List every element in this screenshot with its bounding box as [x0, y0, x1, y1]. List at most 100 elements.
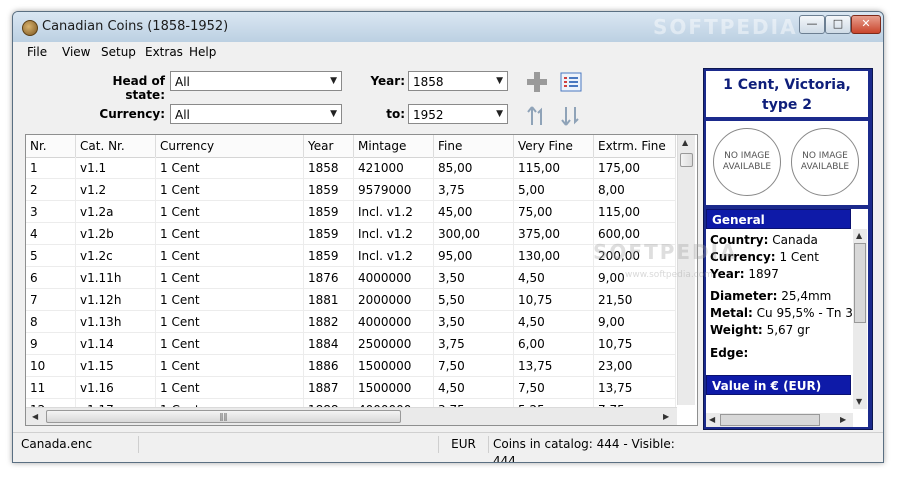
- year-to-select[interactable]: 1952 ▼: [408, 104, 508, 124]
- table-cell: 1859: [304, 201, 354, 223]
- table-row[interactable]: 6 v1.11h 1 Cent 1876 4000000 3,50 4,50 9,00: [26, 267, 676, 289]
- table-cell: 2500000: [354, 333, 434, 355]
- detail-currency-value: 1 Cent: [779, 250, 819, 264]
- weight-label: Weight:: [710, 323, 763, 337]
- column-header[interactable]: Nr.: [26, 135, 76, 157]
- column-header[interactable]: Extrm. Fine: [594, 135, 676, 157]
- sort-up-icon: [527, 106, 542, 125]
- menu-setup[interactable]: Setup: [101, 45, 136, 59]
- detail-horizontal-scrollbar[interactable]: ◀ ▶: [706, 413, 853, 427]
- general-section-header[interactable]: General: [706, 209, 851, 229]
- status-bar: Canada.enc EUR Coins in catalog: 444 - V…: [13, 432, 883, 463]
- app-window: Canadian Coins (1858-1952) SOFTPEDIA — □…: [12, 11, 884, 463]
- softpedia-watermark: SOFTPEDIA: [593, 240, 738, 264]
- table-row[interactable]: 7 v1.12h 1 Cent 1881 2000000 5,50 10,75 21,50: [26, 289, 676, 311]
- detail-hscroll-thumb[interactable]: [720, 414, 820, 426]
- currency-label: Currency:: [99, 107, 165, 121]
- sort-ascending-button[interactable]: [525, 104, 549, 128]
- column-header[interactable]: Fine: [434, 135, 514, 157]
- diameter-row: Diameter: 25,4mm: [710, 289, 831, 303]
- head-of-state-select[interactable]: All ▼: [170, 71, 342, 91]
- weight-row: Weight: 5,67 gr: [710, 323, 810, 337]
- close-button[interactable]: ✕: [851, 15, 881, 34]
- sort-down-icon: [561, 107, 579, 126]
- table-cell: 1 Cent: [156, 245, 304, 267]
- table-cell: 1500000: [354, 377, 434, 399]
- sort-descending-button[interactable]: [559, 104, 583, 128]
- menu-extras[interactable]: Extras: [145, 45, 183, 59]
- year-to-label: to:: [386, 107, 405, 121]
- table-cell: v1.2b: [76, 223, 156, 245]
- coin-images: NO IMAGE AVAILABLE NO IMAGE AVAILABLE: [706, 121, 868, 205]
- year-from-select[interactable]: 1858 ▼: [408, 71, 508, 91]
- table-row[interactable]: 5 v1.2c 1 Cent 1859 Incl. v1.2 95,00 130,00 200…: [26, 245, 676, 267]
- table-row[interactable]: 4 v1.2b 1 Cent 1859 Incl. v1.2 300,00 375,00 60…: [26, 223, 676, 245]
- table-cell: v1.11h: [76, 267, 156, 289]
- menu-view[interactable]: View: [62, 45, 90, 59]
- horizontal-scroll-thumb[interactable]: ‖‖: [46, 410, 401, 423]
- table-cell: 1 Cent: [156, 157, 304, 179]
- table-cell: 4,50: [434, 377, 514, 399]
- table-cell: 115,00: [594, 201, 676, 223]
- table-cell: 6,00: [514, 333, 594, 355]
- window-title: Canadian Coins (1858-1952): [42, 19, 229, 34]
- value-section-header[interactable]: Value in € (EUR): [706, 375, 851, 395]
- table-row[interactable]: 3 v1.2a 1 Cent 1859 Incl. v1.2 45,00 75,00 115,…: [26, 201, 676, 223]
- maximize-button[interactable]: □: [825, 15, 851, 34]
- table-cell: v1.2: [76, 179, 156, 201]
- column-header[interactable]: Mintage: [354, 135, 434, 157]
- table-row[interactable]: 2 v1.2 1 Cent 1859 9579000 3,75 5,00 8,00: [26, 179, 676, 201]
- column-header[interactable]: Very Fine: [514, 135, 594, 157]
- detail-scroll-thumb[interactable]: [854, 243, 866, 323]
- scroll-down-icon[interactable]: ▼: [856, 397, 862, 406]
- menu-file[interactable]: File: [27, 45, 47, 59]
- table-row[interactable]: 10 v1.15 1 Cent 1886 1500000 7,50 13,75 23,00: [26, 355, 676, 377]
- table-row[interactable]: 11 v1.16 1 Cent 1887 1500000 4,50 7,50 13,75: [26, 377, 676, 399]
- table-horizontal-scrollbar[interactable]: ◀ ‖‖ ▶: [26, 407, 677, 425]
- column-header[interactable]: Currency: [156, 135, 304, 157]
- add-coin-button[interactable]: [525, 70, 549, 94]
- table-cell: 300,00: [434, 223, 514, 245]
- reverse-image-placeholder: NO IMAGE AVAILABLE: [791, 128, 859, 196]
- table-cell: 4000000: [354, 267, 434, 289]
- table-cell: 4,50: [514, 311, 594, 333]
- currency-select[interactable]: All ▼: [170, 104, 342, 124]
- column-header[interactable]: Cat. Nr.: [76, 135, 156, 157]
- table-cell: 10,75: [514, 289, 594, 311]
- table-cell: 13,75: [594, 377, 676, 399]
- table-cell: 1886: [304, 355, 354, 377]
- table-cell: 8,00: [594, 179, 676, 201]
- table-cell: 1 Cent: [156, 311, 304, 333]
- table-cell: v1.13h: [76, 311, 156, 333]
- metal-row: Metal: Cu 95,5% - Tn 3% -: [710, 306, 868, 320]
- table-header: Nr. Cat. Nr. Currency Year Mintage Fine Very F…: [26, 135, 676, 158]
- detail-vertical-scrollbar[interactable]: ▲ ▼: [853, 229, 867, 409]
- table-cell: 10: [26, 355, 76, 377]
- minimize-button[interactable]: —: [799, 15, 825, 34]
- table-cell: 3,75: [434, 333, 514, 355]
- scroll-right-icon[interactable]: ▶: [663, 412, 669, 421]
- table-cell: 95,00: [434, 245, 514, 267]
- title-bar[interactable]: Canadian Coins (1858-1952) SOFTPEDIA — □…: [13, 12, 883, 43]
- year-label: Year:: [370, 74, 405, 88]
- scroll-up-icon[interactable]: ▲: [856, 231, 862, 240]
- table-cell: 4000000: [354, 311, 434, 333]
- table-cell: 1 Cent: [156, 223, 304, 245]
- table-row[interactable]: 9 v1.14 1 Cent 1884 2500000 3,75 6,00 10,75: [26, 333, 676, 355]
- vertical-scroll-thumb[interactable]: [680, 153, 693, 167]
- table-cell: 175,00: [594, 157, 676, 179]
- scroll-right-icon[interactable]: ▶: [840, 415, 846, 424]
- scroll-left-icon[interactable]: ◀: [709, 415, 715, 424]
- scroll-left-icon[interactable]: ◀: [32, 412, 38, 421]
- table-row[interactable]: 8 v1.13h 1 Cent 1882 4000000 3,50 4,50 9,00: [26, 311, 676, 333]
- scroll-up-icon[interactable]: ▲: [682, 138, 688, 147]
- table-cell: 3,50: [434, 267, 514, 289]
- head-of-state-label: Head of state:: [112, 74, 165, 102]
- menu-help[interactable]: Help: [189, 45, 216, 59]
- column-header[interactable]: Year: [304, 135, 354, 157]
- status-coins-count: Coins in catalog: 444 - Visible: 444: [493, 437, 675, 463]
- table-cell: 4,50: [514, 267, 594, 289]
- table-row[interactable]: 1 v1.1 1 Cent 1858 421000 85,00 115,00 175,00: [26, 157, 676, 179]
- table-cell: 7: [26, 289, 76, 311]
- list-view-button[interactable]: [559, 70, 583, 94]
